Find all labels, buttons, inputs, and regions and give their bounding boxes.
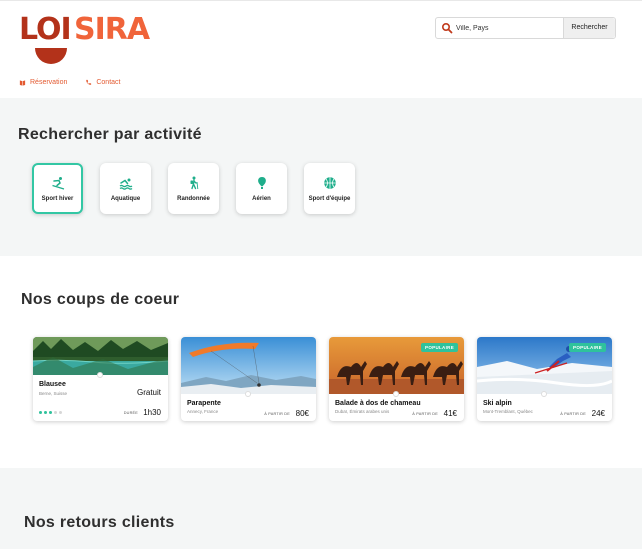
hot-air-balloon-icon — [257, 176, 266, 189]
card-price-prefix: À PARTIR DE — [412, 412, 438, 416]
activity-label: Aquatique — [110, 195, 141, 202]
search-icon — [441, 22, 453, 34]
ball-icon — [323, 176, 336, 189]
activity-tile-sport-hiver[interactable]: Sport hiver — [32, 163, 83, 214]
activity-label: Sport hiver — [41, 195, 74, 202]
activity-tile-sport-equipe[interactable]: Sport d'équipe — [304, 163, 355, 214]
card-badge-popular: POPULAIRE — [569, 343, 606, 352]
logo-text-sira: SIRA — [74, 12, 150, 47]
book-icon — [19, 80, 26, 86]
card-rating — [39, 411, 62, 414]
card-price: 24€ — [591, 409, 605, 418]
card-title: Parapente — [187, 400, 221, 407]
card-pin-dot — [245, 391, 251, 397]
card-location: Mont-Tremblant, Québec — [483, 409, 533, 414]
card-location: Berne, Suisse — [39, 391, 68, 396]
reviews-section: Nos retours clients — [0, 468, 642, 549]
activity-card-chameau[interactable]: POPULAIRE Balade à dos de chameau Dubaï,… — [329, 337, 464, 421]
swimmer-icon — [119, 178, 132, 190]
logo[interactable]: LOI SIRA — [19, 12, 150, 65]
top-nav: Réservation Contact — [19, 79, 120, 86]
card-image-lake — [33, 337, 168, 375]
phone-icon — [86, 79, 92, 85]
rating-dot-filled — [44, 411, 47, 414]
rating-dot-empty — [54, 411, 57, 414]
activity-tile-randonnee[interactable]: Randonnée — [168, 163, 219, 214]
skier-icon — [51, 176, 64, 190]
activity-tile-aerien[interactable]: Aérien — [236, 163, 287, 214]
activity-label: Randonnée — [177, 195, 210, 202]
nav-contact-label: Contact — [96, 79, 121, 86]
card-pin-dot — [393, 391, 399, 397]
activity-card-ski-alpin[interactable]: POPULAIRE Ski alpin Mont-Tremblant, Québ… — [477, 337, 612, 421]
favorites-title: Nos coups de coeur — [21, 291, 180, 308]
hiker-icon — [190, 176, 198, 189]
card-price: 41€ — [443, 409, 457, 418]
card-location: Annecy, France — [187, 409, 219, 414]
card-price-free: Gratuit — [136, 388, 161, 397]
rating-dot-empty — [59, 411, 62, 414]
search-input[interactable] — [456, 20, 561, 36]
card-duration-prefix: DURÉE — [123, 411, 138, 415]
card-badge-popular: POPULAIRE — [421, 343, 458, 352]
reviews-title: Nos retours clients — [24, 514, 175, 531]
logo-smile-shape — [35, 48, 67, 64]
favorites-section: Nos coups de coeur Blausee Berne, Suisse… — [0, 256, 642, 468]
card-title: Ski alpin — [483, 400, 512, 407]
nav-contact[interactable]: Contact — [85, 79, 120, 86]
card-price: 80€ — [295, 409, 309, 418]
activity-label: Sport d'équipe — [308, 195, 351, 202]
card-pin-dot — [97, 372, 103, 378]
nav-reservation-label: Réservation — [30, 79, 68, 86]
activity-card-parapente[interactable]: Parapente Annecy, France À PARTIR DE 80€ — [181, 337, 316, 421]
activity-tiles: Sport hiver Aquatique Randonnée Aérien S… — [32, 163, 355, 214]
card-title: Blausee — [39, 381, 66, 388]
activity-title: Rechercher par activité — [18, 126, 202, 143]
search-button[interactable]: Rechercher — [563, 18, 615, 38]
rating-dot-filled — [39, 411, 42, 414]
card-location: Dubaï, Émirats arabes unis — [335, 409, 390, 414]
search-bar: Rechercher — [435, 17, 616, 39]
activity-card-blausee[interactable]: Blausee Berne, Suisse Gratuit DURÉE 1h30 — [33, 337, 168, 421]
card-image-paragliding — [181, 337, 316, 394]
card-price-prefix: À PARTIR DE — [560, 412, 586, 416]
rating-dot-filled — [49, 411, 52, 414]
card-duration: 1h30 — [143, 408, 161, 417]
card-price-prefix: À PARTIR DE — [264, 412, 290, 416]
logo-text-loi: LOI — [19, 12, 72, 47]
header: LOI SIRA Rechercher Réservation Contact — [0, 0, 642, 98]
favorites-cards: Blausee Berne, Suisse Gratuit DURÉE 1h30 — [33, 337, 612, 421]
activity-section: Rechercher par activité Sport hiver Aqua… — [0, 98, 642, 256]
card-title: Balade à dos de chameau — [335, 400, 421, 407]
nav-reservation[interactable]: Réservation — [19, 79, 67, 86]
card-pin-dot — [541, 391, 547, 397]
activity-tile-aquatique[interactable]: Aquatique — [100, 163, 151, 214]
activity-label: Aérien — [252, 195, 271, 202]
